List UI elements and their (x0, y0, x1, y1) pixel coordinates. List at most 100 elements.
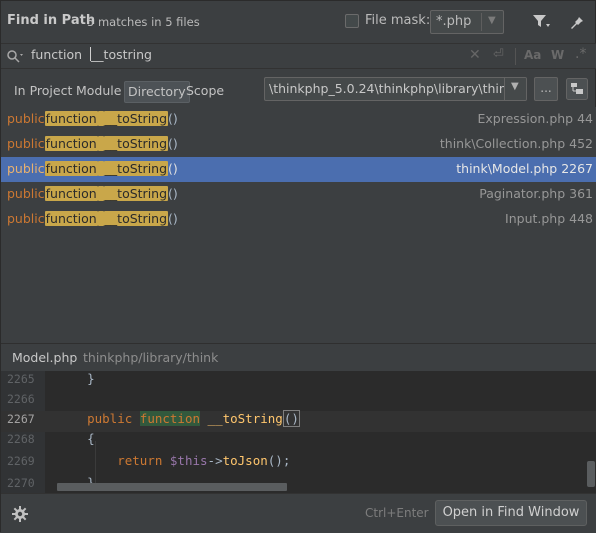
shortcut-hint: Ctrl+Enter (365, 506, 429, 520)
code-punctuation: (); (267, 453, 291, 468)
result-row[interactable]: publicfunction __toString() Paginator.php… (1, 182, 596, 207)
scope-module[interactable]: Module (74, 83, 123, 98)
dialog-footer: Ctrl+Enter Open in Find Window (1, 493, 596, 533)
code-preview[interactable]: 2265 } 2266 2267 public function __toStr… (1, 371, 596, 493)
match-count: 5 matches in 5 files (87, 15, 200, 29)
clear-icon[interactable]: ✕ (469, 47, 481, 63)
line-number: 2268 (7, 432, 35, 446)
result-match-highlight: __toString (103, 186, 169, 201)
result-location: Paginator.php 361 (479, 186, 593, 201)
result-match-highlight: function (44, 211, 98, 226)
result-match-highlight: function (44, 186, 98, 201)
code-line: 2265 } (1, 371, 596, 392)
whole-words-icon[interactable]: W (551, 48, 564, 62)
line-number: 2269 (7, 454, 35, 468)
results-list[interactable]: publicfunction __toString() Expression.ph… (1, 107, 596, 343)
search-query-after: __tostring (91, 47, 152, 62)
vertical-scrollbar[interactable] (587, 461, 595, 487)
code-parens: () (282, 410, 300, 427)
result-code: publicfunction __toString() (7, 111, 178, 126)
directory-combo[interactable]: \thinkphp_5.0.24\thinkphp\library\think … (264, 77, 527, 101)
dialog-title: Find in Path (7, 13, 96, 28)
file-mask-value: *.php (436, 14, 472, 29)
gear-icon[interactable] (11, 505, 29, 523)
pin-icon[interactable] (569, 12, 587, 32)
filter-icon[interactable] (531, 12, 551, 32)
result-suffix: () (168, 186, 178, 201)
result-match-space (97, 136, 104, 151)
result-row[interactable]: publicfunction __toString() Input.php 448 (1, 207, 596, 232)
scope-directory[interactable]: Directory (124, 81, 190, 103)
line-code: public function __toString() (57, 410, 300, 427)
horizontal-scrollbar[interactable] (57, 483, 287, 491)
result-keyword: public (7, 161, 45, 176)
search-query-before: function (31, 47, 87, 62)
result-match-highlight: __toString (103, 136, 169, 151)
line-number: 2266 (7, 392, 35, 406)
result-code: publicfunction __toString() (7, 161, 178, 176)
code-line: 2266 (1, 391, 596, 412)
result-suffix: () (168, 111, 178, 126)
result-match-highlight: __toString (103, 211, 169, 226)
chevron-down-icon: ▼ (488, 15, 496, 26)
code-operator: -> (207, 453, 223, 468)
code-line: 2269 return $this->toJson(); (1, 453, 596, 474)
recursive-directory-icon[interactable] (566, 78, 588, 100)
directory-dropdown-button[interactable]: ▼ (504, 78, 526, 100)
preview-header: Model.php thinkphp/library/think (1, 343, 596, 371)
indent-guide (95, 441, 96, 483)
result-suffix: () (168, 161, 178, 176)
open-in-find-window-button[interactable]: Open in Find Window (435, 500, 587, 526)
result-code: publicfunction __toString() (7, 136, 178, 151)
scope-row: In Project Module Directory Scope \think… (1, 69, 596, 109)
result-match-highlight: __toString (103, 161, 169, 176)
result-keyword: public (7, 136, 45, 151)
new-line-icon[interactable]: ⏎ (493, 47, 504, 62)
code-line-current: 2267 public function __toString() (1, 410, 596, 432)
code-keyword: public (87, 411, 133, 426)
result-row[interactable]: publicfunction __toString() think\Model.p… (1, 157, 596, 182)
code-line: 2268 { (1, 431, 596, 452)
result-keyword: public (7, 111, 45, 126)
combo-separator (481, 13, 482, 31)
file-mask-checkbox[interactable] (345, 14, 359, 28)
regex-icon[interactable]: .* (575, 46, 586, 62)
line-number: 2265 (7, 372, 35, 386)
result-match-highlight: __toString (103, 111, 169, 126)
result-suffix: () (168, 211, 178, 226)
line-code: } (57, 371, 95, 386)
preview-file-path: thinkphp/library/think (83, 350, 219, 365)
result-suffix: () (168, 136, 178, 151)
search-input[interactable]: function __tostring (31, 47, 152, 62)
result-match-space (97, 161, 104, 176)
result-row[interactable]: publicfunction __toString() Expression.ph… (1, 107, 596, 132)
search-row: function __tostring ✕ ⏎ Aa W .* (1, 43, 596, 69)
match-case-icon[interactable]: Aa (524, 48, 541, 62)
code-match-highlight: function (139, 411, 201, 426)
file-mask-label[interactable]: File mask: (365, 13, 430, 28)
code-function-name: __toString (207, 411, 283, 426)
result-location: think\Collection.php 452 (439, 136, 593, 151)
preview-file-name: Model.php (12, 350, 78, 365)
code-method-call: toJson (222, 453, 268, 468)
directory-value: \thinkphp_5.0.24\thinkphp\library\think (269, 81, 515, 96)
scope-scope[interactable]: Scope (184, 83, 226, 98)
result-match-space (97, 111, 104, 126)
result-code: publicfunction __toString() (7, 186, 178, 201)
result-match-space (97, 186, 104, 201)
chevron-down-icon: ▼ (511, 81, 519, 92)
scope-in-project[interactable]: In Project (12, 83, 74, 98)
result-code: publicfunction __toString() (7, 211, 178, 226)
result-location: Expression.php 44 (477, 111, 594, 126)
result-row[interactable]: publicfunction __toString() think\Collect… (1, 132, 596, 157)
result-match-highlight: function (44, 111, 98, 126)
line-number: 2270 (7, 476, 35, 490)
result-match-highlight: function (44, 136, 98, 151)
code-variable: $this (169, 453, 208, 468)
result-location: think\Model.php 2267 (456, 161, 593, 176)
result-match-space (97, 211, 104, 226)
search-icon[interactable] (6, 49, 24, 63)
browse-button[interactable]: ... (534, 77, 558, 101)
file-mask-combo[interactable]: *.php ▼ (430, 10, 504, 34)
line-code: return $this->toJson(); (57, 453, 290, 468)
